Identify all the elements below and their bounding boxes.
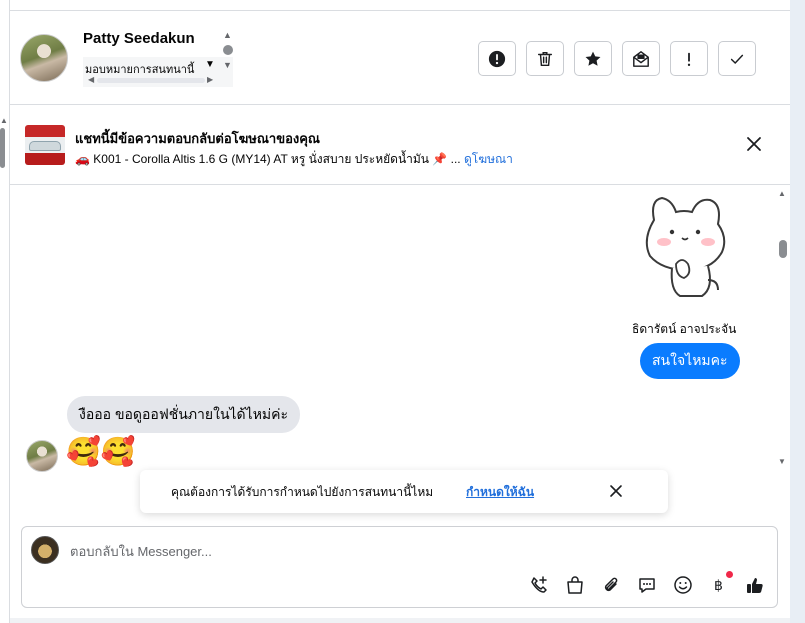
notification-dot xyxy=(726,571,733,578)
assign-conversation-dropdown[interactable]: มอบหมายการสนทนานี้ ▼ ◀ ▶ xyxy=(83,57,233,87)
assign-to-me-link[interactable]: กำหนดให้ฉัน xyxy=(466,483,534,502)
exclamation-circle-icon xyxy=(488,50,506,67)
cat-sticker xyxy=(645,196,726,297)
thread-scroll-up-arrow[interactable]: ▲ xyxy=(778,189,786,198)
assign-prompt-text: คุณต้องการได้รับการกำหนดไปยังการสนทนานี้… xyxy=(171,485,434,499)
top-border xyxy=(0,0,790,11)
left-panel-edge xyxy=(0,0,10,623)
exclamation-icon xyxy=(687,52,691,66)
call-add-button[interactable] xyxy=(528,574,550,596)
outgoing-message-bubble[interactable]: สนใจไหมคะ xyxy=(640,343,740,379)
reply-input[interactable] xyxy=(70,541,730,561)
thumbs-up-icon xyxy=(747,578,763,593)
bottom-edge xyxy=(10,618,790,623)
scroll-right-arrow[interactable]: ▶ xyxy=(207,75,213,84)
call-add-icon xyxy=(531,576,547,593)
ad-banner-description: 🚗 K001 - Corolla Altis 1.6 G (MY14) AT ห… xyxy=(75,150,513,169)
svg-text:฿: ฿ xyxy=(714,578,723,594)
close-icon[interactable] xyxy=(746,136,762,152)
caret-down-icon: ▼ xyxy=(205,59,215,70)
ad-thumbnail[interactable] xyxy=(25,125,65,165)
right-background-strip xyxy=(790,0,805,623)
name-scroll-up-arrow[interactable]: ▲ xyxy=(223,30,232,40)
conversation-header: Patty Seedakun มอบหมายการสนทนานี้ ▼ ◀ ▶ … xyxy=(10,12,790,105)
attach-button[interactable] xyxy=(600,574,622,596)
thread-scrollbar[interactable] xyxy=(776,186,790,470)
report-button[interactable] xyxy=(478,41,516,76)
message-composer: ฿ xyxy=(21,526,778,608)
trash-icon xyxy=(537,51,553,66)
contact-name[interactable]: Patty Seedakun xyxy=(83,30,195,47)
ad-description-text: 🚗 K001 - Corolla Altis 1.6 G (MY14) AT ห… xyxy=(75,152,461,166)
chat-bubble-icon xyxy=(639,578,655,593)
scroll-left-arrow[interactable]: ◀ xyxy=(88,75,94,84)
name-scroll-thumb[interactable] xyxy=(223,45,233,55)
name-scroll-down-arrow[interactable]: ▼ xyxy=(223,60,232,70)
mark-unread-button[interactable] xyxy=(622,41,660,76)
thread-scroll-down-arrow[interactable]: ▼ xyxy=(778,457,786,466)
close-icon[interactable] xyxy=(609,484,623,498)
ad-reply-banner: แชทนี้มีข้อความตอบกลับต่อโฆษณาของคุณ 🚗 K… xyxy=(10,106,790,185)
checkmark-icon xyxy=(730,54,744,64)
emoji-button[interactable] xyxy=(672,574,694,596)
assign-label: มอบหมายการสนทนานี้ xyxy=(85,64,195,76)
delete-button[interactable] xyxy=(526,41,564,76)
baht-icon: ฿ xyxy=(714,578,723,594)
assign-prompt-toast: คุณต้องการได้รับการกำหนดไปยังการสนทนานี้… xyxy=(140,470,668,513)
left-scroll-up-arrow[interactable]: ▲ xyxy=(0,116,8,125)
thread-scroll-thumb[interactable] xyxy=(779,240,787,258)
shopping-bag-icon xyxy=(567,576,583,594)
view-ad-link[interactable]: ดูโฆษณา xyxy=(464,152,513,166)
incoming-message-bubble[interactable]: งือออ ขอดูออฟชั่นภายในได้ไหม่ค่ะ xyxy=(67,396,301,433)
horizontal-scroll-track[interactable] xyxy=(97,78,205,83)
saved-replies-button[interactable] xyxy=(636,574,658,596)
like-button[interactable] xyxy=(744,574,766,596)
ad-banner-title: แชทนี้มีข้อความตอบกลับต่อโฆษณาของคุณ xyxy=(75,131,320,146)
sender-name: ธิดารัตน์ อาจประจัน xyxy=(632,322,737,336)
smiley-icon xyxy=(674,576,692,594)
paperclip-icon xyxy=(604,577,618,592)
contact-avatar[interactable] xyxy=(20,34,68,82)
left-scrollbar-thumb[interactable] xyxy=(0,128,5,168)
follow-up-button[interactable] xyxy=(670,41,708,76)
star-icon xyxy=(585,51,601,66)
open-mail-icon xyxy=(633,50,649,67)
sender-avatar[interactable] xyxy=(26,440,58,472)
done-button[interactable] xyxy=(718,41,756,76)
shop-button[interactable] xyxy=(564,574,586,596)
star-button[interactable] xyxy=(574,41,612,76)
page-avatar xyxy=(31,536,59,564)
incoming-emoji-message[interactable]: 🥰🥰 xyxy=(66,435,136,469)
